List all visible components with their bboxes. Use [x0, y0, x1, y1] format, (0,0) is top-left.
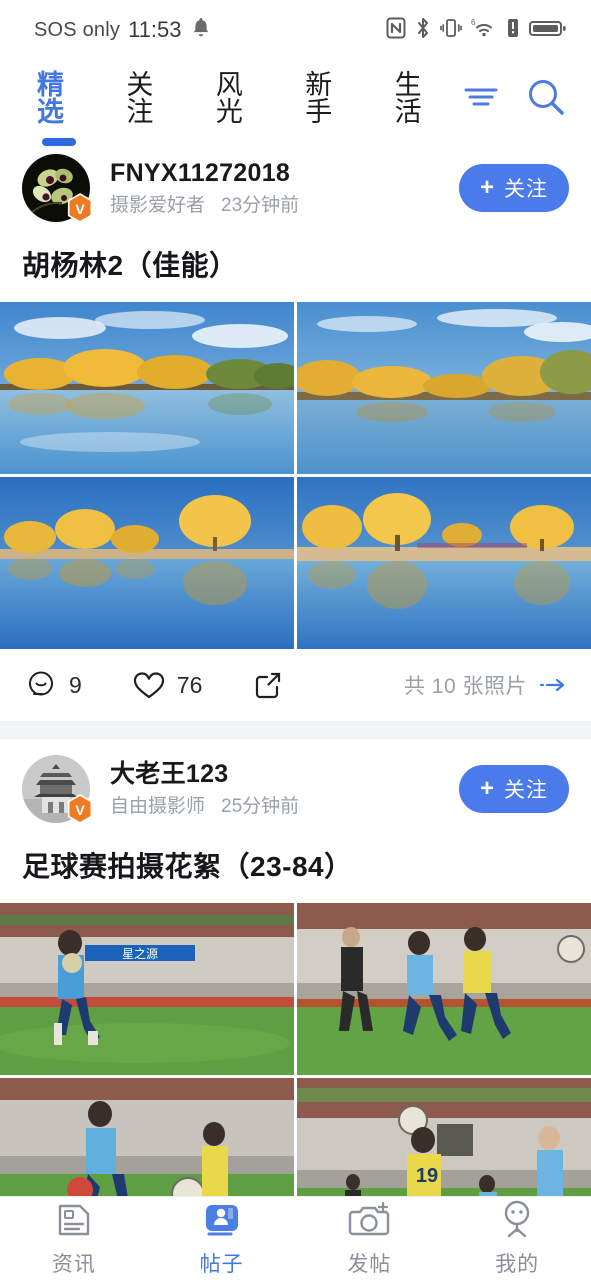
user-meta: 大老王123 自由摄影师 25分钟前	[110, 759, 459, 819]
avatar[interactable]: V	[22, 755, 93, 824]
verified-badge-icon: V	[67, 193, 93, 223]
post-image-grid	[0, 302, 591, 649]
arrow-right-icon	[539, 678, 565, 692]
post-divider	[0, 721, 591, 739]
status-bar-right: 6	[386, 17, 567, 44]
user-name: 大老王123	[110, 759, 229, 788]
tab-label: 新手	[305, 70, 334, 127]
avatar[interactable]: V	[22, 154, 93, 223]
post-image[interactable]	[0, 302, 294, 474]
comment-icon	[29, 671, 53, 696]
follow-button-label: 关注	[504, 178, 548, 201]
post-image[interactable]	[297, 903, 591, 1075]
tab-shenghuo[interactable]: 生活	[372, 72, 461, 126]
post-header: V FNYX11272018 摄影爱好者 23分钟前 + 关注	[0, 138, 591, 230]
nav-label: 发帖	[347, 1253, 392, 1276]
search-icon[interactable]	[525, 76, 567, 123]
svg-text:19: 19	[416, 1165, 438, 1187]
follow-button[interactable]: + 关注	[459, 765, 569, 813]
tab-fengguang[interactable]: 风光	[193, 72, 282, 126]
post-card[interactable]: V FNYX11272018 摄影爱好者 23分钟前 + 关注 胡杨林2（佳能）	[0, 138, 591, 721]
posts-icon	[205, 1205, 238, 1236]
photo-count-link[interactable]: 共 10 张照片	[404, 670, 569, 700]
carrier-label: SOS only	[34, 18, 121, 41]
nav-item-posts[interactable]: 帖子	[148, 1199, 296, 1278]
post-image[interactable]: 星之源	[0, 903, 294, 1075]
status-bar: SOS only 11:53 6	[0, 0, 591, 60]
tab-label: 风光	[215, 70, 244, 127]
battery-icon	[529, 17, 567, 44]
tab-label: 关注	[126, 70, 155, 127]
news-icon	[58, 1204, 90, 1236]
comment-count: 9	[69, 671, 82, 698]
post-timestamp: 25分钟前	[221, 796, 300, 818]
tab-label: 生活	[394, 70, 423, 127]
post-action-bar: 9 76 共 10 张照片	[0, 649, 591, 721]
nfc-icon	[386, 17, 406, 44]
nav-item-news[interactable]: 资讯	[0, 1199, 148, 1278]
user-subtitle: 自由摄影师 25分钟前	[110, 796, 459, 819]
vibrate-icon	[440, 17, 462, 44]
like-action[interactable]: 76	[132, 669, 203, 701]
nav-item-profile[interactable]: 我的	[443, 1199, 591, 1278]
like-count: 76	[176, 671, 203, 698]
alert-icon	[506, 17, 520, 44]
post-card[interactable]: V 大老王123 自由摄影师 25分钟前 + 关注 足球赛拍摄花絮（23-84）…	[0, 739, 591, 1250]
profile-icon	[504, 1200, 530, 1238]
wifi-6-icon: 6	[471, 17, 497, 44]
plus-icon: +	[479, 775, 495, 802]
verified-badge-icon: V	[67, 794, 93, 824]
post-title[interactable]: 胡杨林2（佳能）	[0, 230, 591, 302]
svg-text:V: V	[75, 201, 85, 217]
user-role: 自由摄影师	[110, 796, 206, 818]
nav-label: 资讯	[51, 1253, 96, 1276]
svg-text:V: V	[75, 802, 85, 818]
status-bar-left: SOS only 11:53	[34, 16, 212, 45]
tab-bar-actions	[461, 76, 575, 123]
user-name: FNYX11272018	[110, 158, 291, 187]
photo-count-label: 共 10 张照片	[403, 675, 527, 698]
nav-label: 我的	[495, 1253, 540, 1276]
post-image[interactable]	[0, 477, 294, 649]
category-tabs: 精选 关注 风光 新手 生活	[14, 70, 461, 146]
tab-jingxuan[interactable]: 精选	[14, 70, 103, 146]
svg-text:6: 6	[471, 18, 476, 27]
category-tab-bar: 精选 关注 风光 新手 生活	[0, 60, 591, 146]
svg-text:星之源: 星之源	[122, 947, 158, 961]
bottom-navigation: 资讯 帖子 发帖 我的	[0, 1196, 591, 1280]
post-image[interactable]	[297, 302, 591, 474]
tab-xinshou[interactable]: 新手	[282, 72, 371, 126]
share-icon	[256, 672, 281, 699]
camera-add-icon	[349, 1201, 390, 1236]
user-role: 摄影爱好者	[110, 195, 206, 217]
post-header: V 大老王123 自由摄影师 25分钟前 + 关注	[0, 739, 591, 831]
nav-item-publish[interactable]: 发帖	[296, 1199, 444, 1278]
filter-icon[interactable]	[461, 81, 501, 118]
comment-action[interactable]: 9	[26, 669, 82, 701]
nav-label: 帖子	[199, 1253, 244, 1276]
bell-icon	[190, 16, 212, 45]
tab-guanzhu[interactable]: 关注	[103, 72, 192, 126]
plus-icon: +	[479, 174, 495, 201]
user-meta: FNYX11272018 摄影爱好者 23分钟前	[110, 158, 459, 218]
user-subtitle: 摄影爱好者 23分钟前	[110, 195, 459, 218]
post-title[interactable]: 足球赛拍摄花絮（23-84）	[0, 831, 591, 903]
tab-label: 精选	[37, 70, 65, 127]
bluetooth-icon	[415, 17, 431, 44]
follow-button-label: 关注	[504, 779, 548, 802]
heart-icon	[133, 672, 164, 699]
tab-active-underline	[41, 138, 76, 146]
clock-label: 11:53	[128, 17, 182, 42]
post-image[interactable]	[297, 477, 591, 649]
follow-button[interactable]: + 关注	[459, 164, 569, 212]
share-action[interactable]	[252, 669, 284, 701]
post-timestamp: 23分钟前	[221, 195, 300, 217]
